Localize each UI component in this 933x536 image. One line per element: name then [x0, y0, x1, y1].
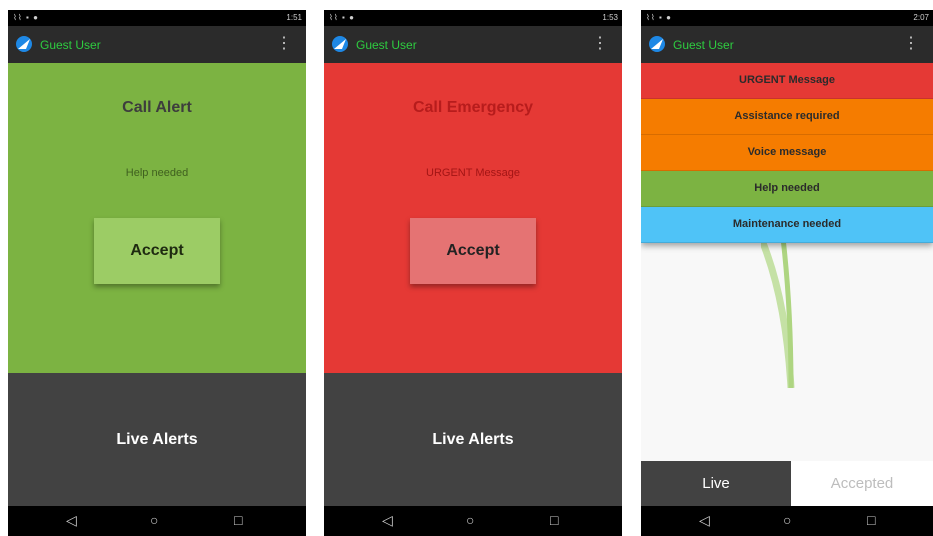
phone-screen-message-list: ⌇⌇ ▪ ● 2:07 Guest User ⋮ URGENT Message …	[641, 10, 933, 536]
tab-bar: Live Accepted	[641, 461, 933, 506]
back-icon[interactable]: ◁	[699, 512, 710, 528]
overflow-menu-icon[interactable]: ⋮	[592, 36, 608, 52]
nav-bar: ◁ ○ □	[324, 506, 622, 536]
home-icon[interactable]: ○	[466, 512, 474, 528]
phone-screen-call-alert: ⌇⌇ ▪ ● 1:51 Guest User ⋮ Call Alert Help…	[8, 10, 306, 536]
alert-message: URGENT Message	[426, 167, 520, 179]
message-item-help[interactable]: Help needed	[641, 171, 933, 207]
overflow-menu-icon[interactable]: ⋮	[903, 36, 919, 52]
user-name: Guest User	[356, 38, 417, 52]
recents-icon[interactable]: □	[867, 512, 875, 528]
status-bar: ⌇⌇ ▪ ● 1:51	[8, 10, 306, 26]
status-bar: ⌇⌇ ▪ ● 1:53	[324, 10, 622, 26]
notification-icons: ⌇⌇ ▪ ●	[13, 13, 39, 22]
app-bar: Guest User ⋮	[8, 26, 306, 63]
accept-button[interactable]: Accept	[410, 218, 536, 284]
background-stems-image	[761, 238, 795, 388]
phone-screen-call-emergency: ⌇⌇ ▪ ● 1:53 Guest User ⋮ Call Emergency …	[324, 10, 622, 536]
status-bar: ⌇⌇ ▪ ● 2:07	[641, 10, 933, 26]
alert-panel: Call Emergency URGENT Message Accept	[324, 63, 622, 373]
recents-icon[interactable]: □	[234, 512, 242, 528]
notification-icons: ⌇⌇ ▪ ●	[646, 13, 672, 22]
alert-title: Call Alert	[122, 99, 192, 116]
live-alerts-label: Live Alerts	[116, 431, 198, 448]
nav-bar: ◁ ○ □	[641, 506, 933, 536]
alert-message: Help needed	[125, 167, 189, 179]
app-logo-icon	[649, 36, 665, 52]
user-name: Guest User	[40, 38, 101, 52]
tab-accepted[interactable]: Accepted	[791, 461, 933, 506]
user-name: Guest User	[673, 38, 734, 52]
app-logo-icon	[16, 36, 32, 52]
message-item-maintenance[interactable]: Maintenance needed	[641, 207, 933, 243]
home-icon[interactable]: ○	[150, 512, 158, 528]
back-icon[interactable]: ◁	[382, 512, 393, 528]
alert-title: Call Emergency	[412, 99, 534, 116]
message-item-assistance[interactable]: Assistance required	[641, 99, 933, 135]
status-time: 2:07	[913, 13, 929, 22]
app-logo-icon	[332, 36, 348, 52]
tab-live[interactable]: Live	[641, 461, 791, 506]
accept-button[interactable]: Accept	[94, 218, 220, 284]
message-content: URGENT Message Assistance required Voice…	[641, 63, 933, 461]
app-bar: Guest User ⋮	[641, 26, 933, 63]
app-bar: Guest User ⋮	[324, 26, 622, 63]
live-alerts-button[interactable]: Live Alerts	[8, 373, 306, 506]
live-alerts-button[interactable]: Live Alerts	[324, 373, 622, 506]
nav-bar: ◁ ○ □	[8, 506, 306, 536]
message-item-urgent[interactable]: URGENT Message	[641, 63, 933, 99]
live-alerts-label: Live Alerts	[432, 431, 514, 448]
message-type-list: URGENT Message Assistance required Voice…	[641, 63, 933, 243]
alert-panel: Call Alert Help needed Accept	[8, 63, 306, 373]
message-item-voice[interactable]: Voice message	[641, 135, 933, 171]
overflow-menu-icon[interactable]: ⋮	[276, 36, 292, 52]
home-icon[interactable]: ○	[783, 512, 791, 528]
status-time: 1:51	[286, 13, 302, 22]
status-time: 1:53	[602, 13, 618, 22]
recents-icon[interactable]: □	[550, 512, 558, 528]
back-icon[interactable]: ◁	[66, 512, 77, 528]
notification-icons: ⌇⌇ ▪ ●	[329, 13, 355, 22]
